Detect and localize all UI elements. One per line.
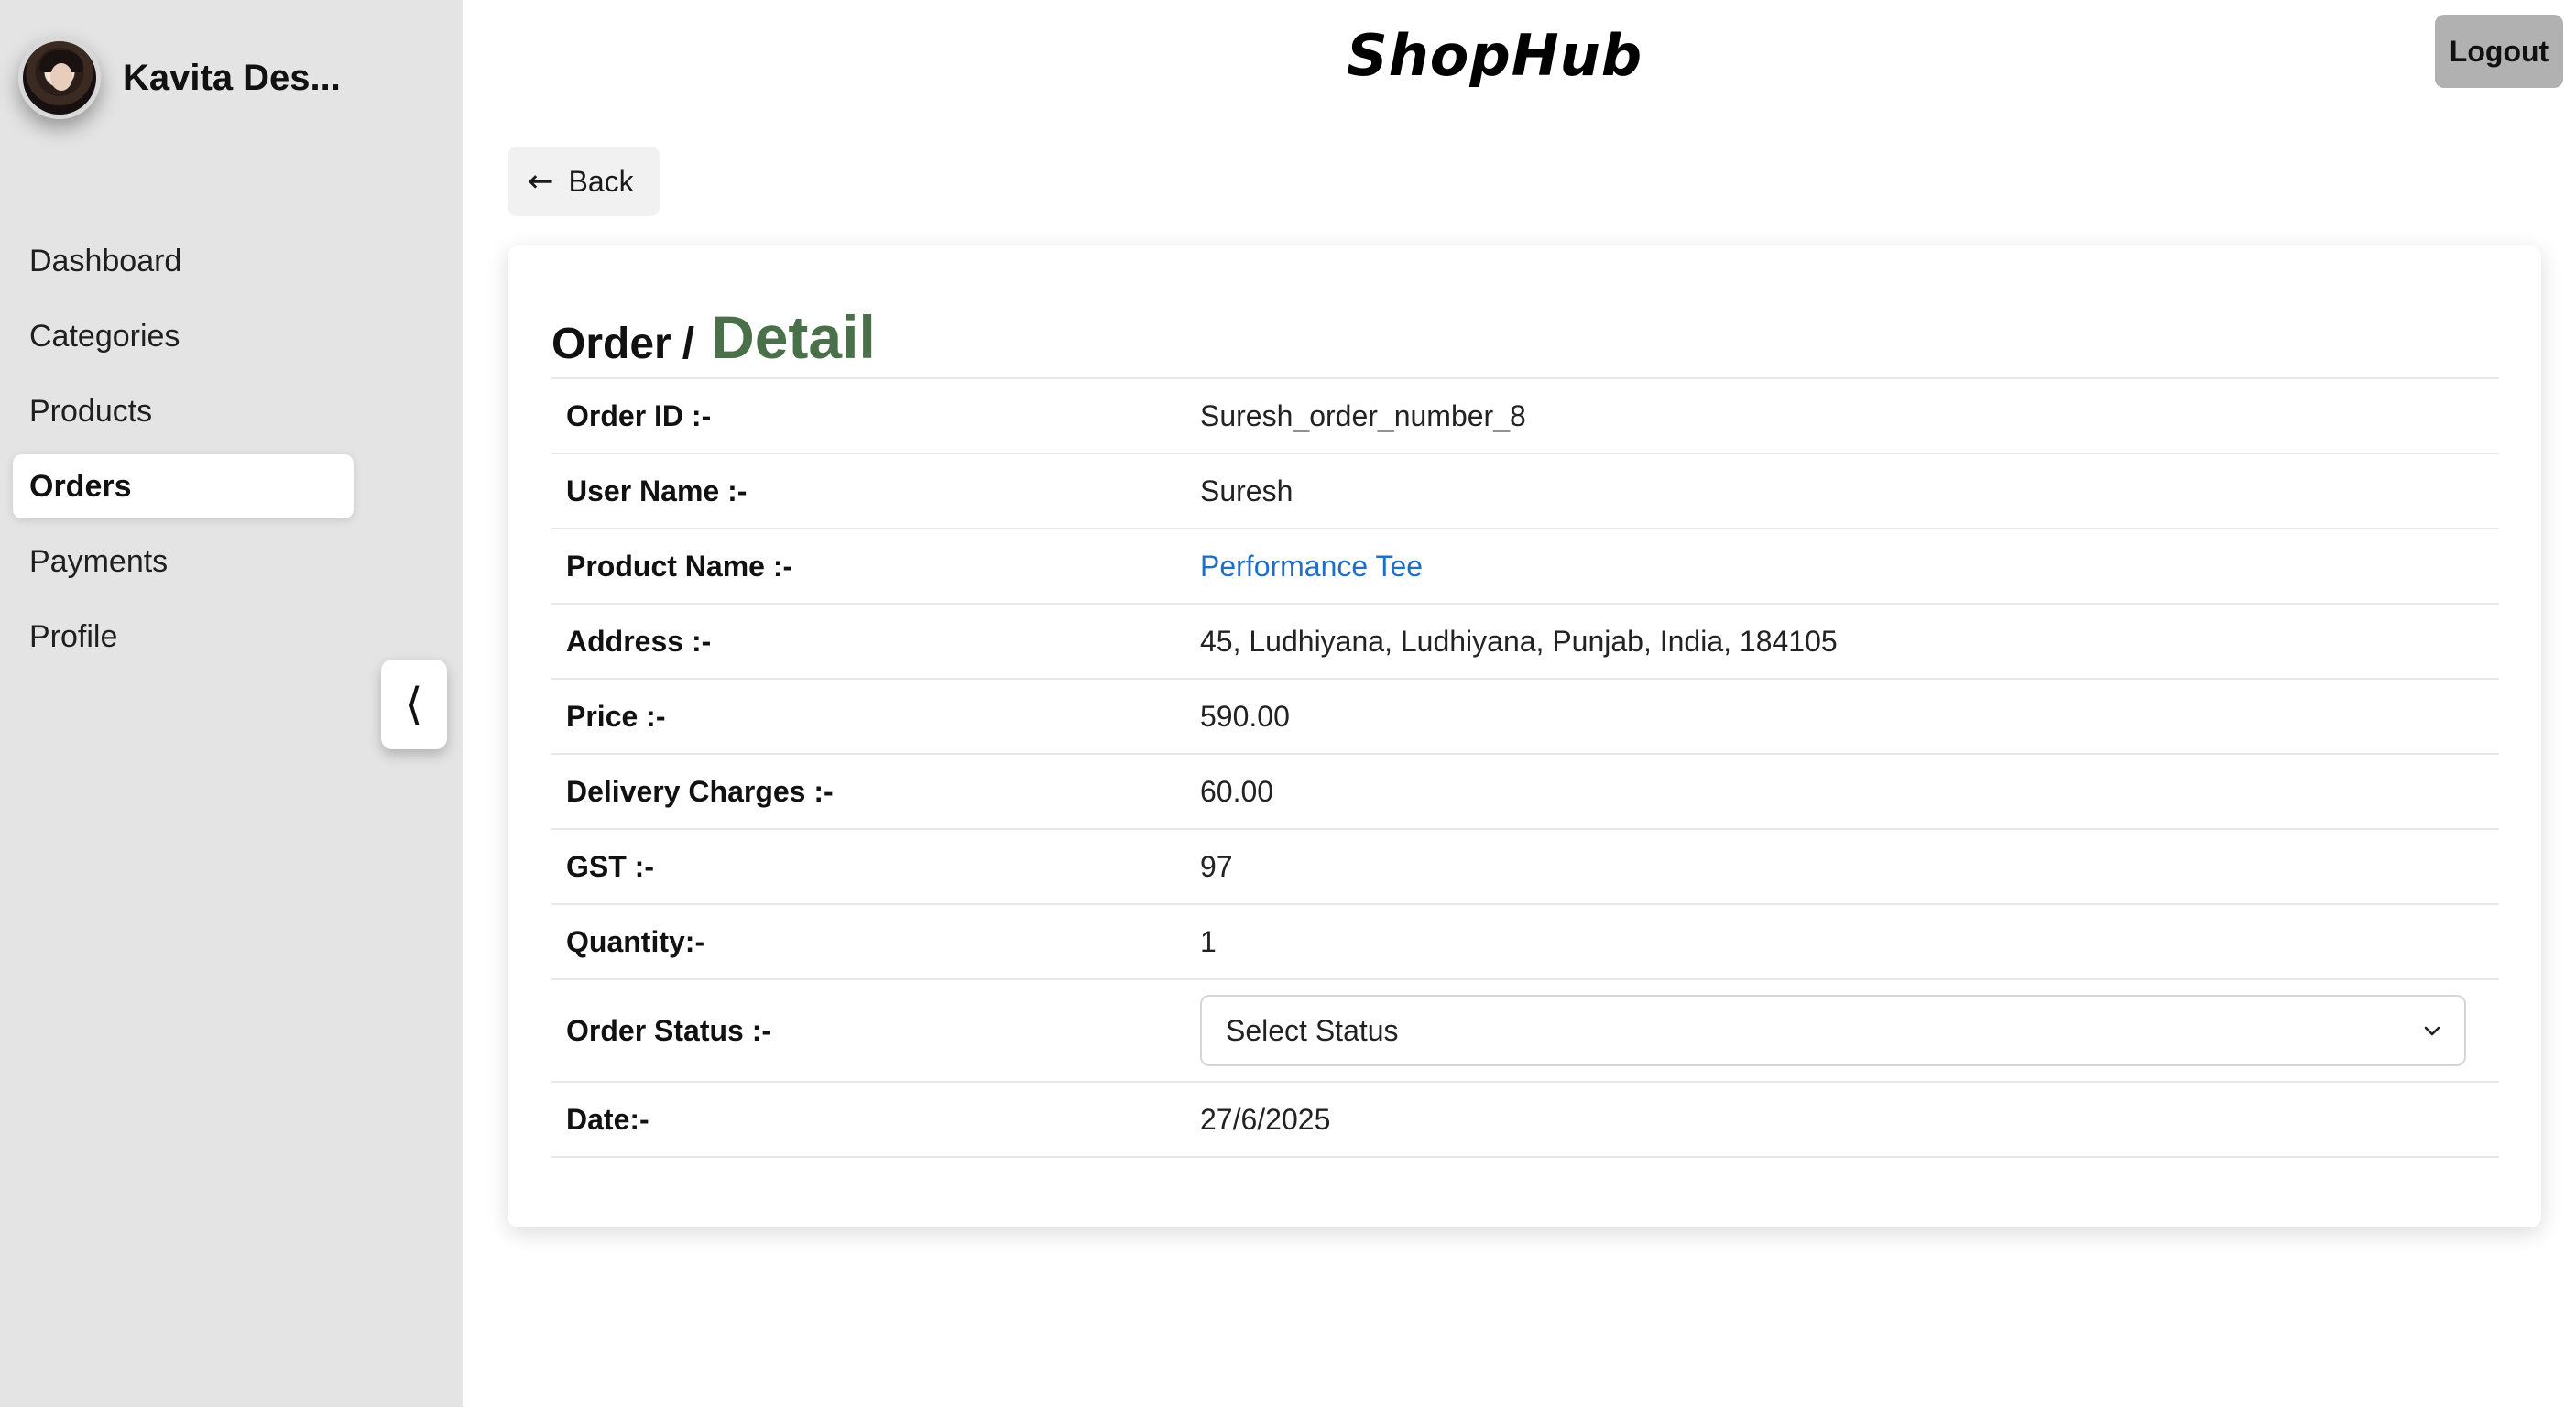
table-row: Order ID :- Suresh_order_number_8	[551, 379, 2499, 454]
chevron-left-icon: ⟨	[405, 679, 423, 730]
sidebar-item-label: Categories	[29, 318, 180, 354]
table-row: GST :- 97	[551, 830, 2499, 905]
row-label: Date:-	[566, 1102, 649, 1136]
table-row: Quantity:- 1	[551, 905, 2499, 980]
table-row: Date:- 27/6/2025	[551, 1083, 2499, 1158]
order-status-select[interactable]: Select Status	[1200, 995, 2466, 1066]
back-button[interactable]: ← Back	[508, 147, 660, 216]
row-value: 590.00	[1200, 699, 1290, 733]
chevron-down-icon	[2424, 1026, 2440, 1036]
sidebar-item-dashboard[interactable]: Dashboard	[13, 229, 354, 293]
row-label: Address :-	[566, 624, 712, 658]
sidebar-collapse-button[interactable]: ⟨	[381, 660, 447, 749]
order-detail-card: Order / Detail Order ID :- Suresh_order_…	[508, 245, 2541, 1227]
arrow-left-icon: ←	[528, 163, 554, 200]
title-prefix: Order	[551, 320, 671, 368]
sidebar-item-products[interactable]: Products	[13, 379, 354, 443]
row-label: Price :-	[566, 699, 666, 733]
table-row: Price :- 590.00	[551, 680, 2499, 755]
row-value: 27/6/2025	[1200, 1102, 1331, 1136]
row-value: 1	[1200, 924, 1217, 958]
row-label: User Name :-	[566, 474, 748, 507]
row-label: Product Name :-	[566, 549, 793, 583]
sidebar-item-label: Payments	[29, 543, 169, 579]
user-profile[interactable]: Kavita Des...	[18, 37, 341, 119]
user-name: Kavita Des...	[123, 57, 341, 98]
row-label: GST :-	[566, 849, 654, 883]
row-value: 45, Ludhiyana, Ludhiyana, Punjab, India,…	[1200, 624, 1838, 658]
avatar-face	[50, 63, 72, 91]
row-label: Delivery Charges :-	[566, 774, 834, 808]
sidebar-item-label: Dashboard	[29, 243, 182, 278]
sidebar-item-profile[interactable]: Profile	[13, 605, 354, 669]
title-suffix: Detail	[711, 303, 876, 371]
row-label: Order Status :-	[566, 1013, 772, 1047]
back-label: Back	[568, 164, 634, 198]
sidebar-item-label: Orders	[29, 468, 132, 504]
sidebar-item-label: Profile	[29, 618, 118, 654]
row-value: 97	[1200, 849, 1233, 883]
sidebar: Kavita Des... Dashboard Categories Produ…	[0, 0, 463, 1407]
logout-button[interactable]: Logout	[2435, 15, 2563, 88]
sidebar-item-payments[interactable]: Payments	[13, 529, 354, 594]
sidebar-nav: Dashboard Categories Products Orders Pay…	[13, 229, 354, 680]
detail-table: Order ID :- Suresh_order_number_8 User N…	[551, 377, 2499, 1158]
table-row: Order Status :- Select Status	[551, 980, 2499, 1083]
brand-title: ShopHub	[1347, 22, 1643, 89]
row-value: Suresh	[1200, 474, 1293, 507]
title-separator: /	[682, 320, 695, 368]
sidebar-item-categories[interactable]: Categories	[13, 304, 354, 368]
table-row: User Name :- Suresh	[551, 454, 2499, 529]
table-row: Product Name :- Performance Tee	[551, 529, 2499, 605]
sidebar-item-orders[interactable]: Orders	[13, 454, 354, 518]
order-status-value: Select Status	[1226, 1013, 1399, 1047]
page-title: Order / Detail	[551, 302, 876, 372]
sidebar-item-label: Products	[29, 393, 153, 429]
product-name-link[interactable]: Performance Tee	[1200, 550, 1423, 584]
row-label: Quantity:-	[566, 924, 705, 958]
table-row: Delivery Charges :- 60.00	[551, 755, 2499, 830]
row-label: Order ID :-	[566, 398, 712, 432]
row-value: Suresh_order_number_8	[1200, 398, 1526, 432]
avatar	[18, 37, 101, 119]
row-value: 60.00	[1200, 774, 1274, 808]
table-row: Address :- 45, Ludhiyana, Ludhiyana, Pun…	[551, 605, 2499, 680]
